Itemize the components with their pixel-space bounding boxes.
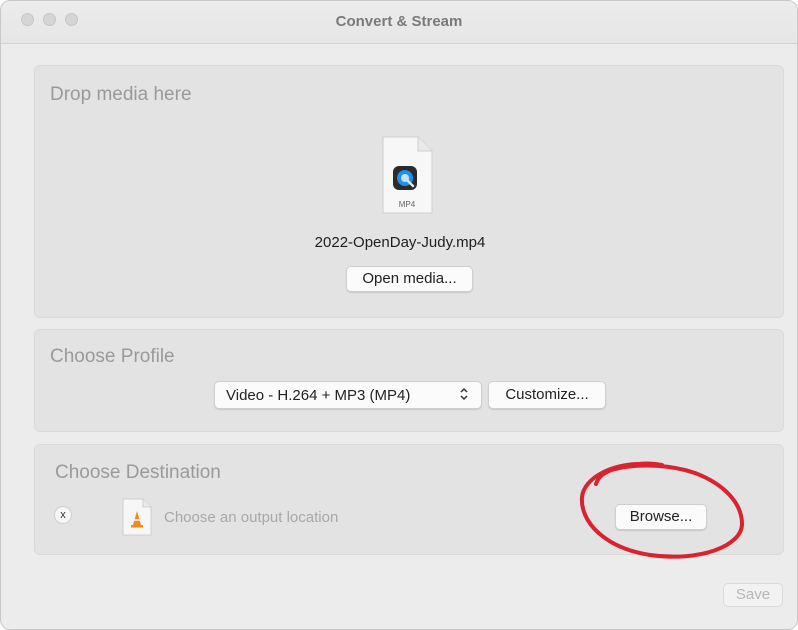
output-location-placeholder: Choose an output location — [164, 509, 339, 526]
title-bar[interactable]: Convert & Stream — [1, 1, 797, 44]
window-title: Convert & Stream — [335, 13, 463, 30]
file-type-label: MP4 — [399, 200, 416, 209]
chevron-updown-icon — [459, 386, 469, 405]
choose-profile-title: Choose Profile — [50, 346, 175, 367]
open-media-button[interactable]: Open media... — [346, 266, 473, 292]
choose-destination-title: Choose Destination — [55, 462, 221, 483]
vlc-cone-icon — [122, 498, 152, 536]
browse-button[interactable]: Browse... — [615, 504, 707, 530]
mp4-file-icon: MP4 — [382, 136, 433, 214]
profile-selected-value: Video - H.264 + MP3 (MP4) — [226, 387, 411, 404]
drop-media-title: Drop media here — [50, 84, 192, 105]
clear-destination-button[interactable]: x — [54, 506, 72, 524]
profile-select[interactable]: Video - H.264 + MP3 (MP4) — [214, 381, 482, 409]
customize-button[interactable]: Customize... — [488, 381, 606, 409]
quicktime-icon — [393, 166, 417, 190]
save-button[interactable]: Save — [723, 583, 783, 607]
convert-stream-window: Convert & Stream Drop media here MP4 202… — [0, 0, 798, 630]
file-name: 2022-OpenDay-Judy.mp4 — [314, 234, 486, 251]
